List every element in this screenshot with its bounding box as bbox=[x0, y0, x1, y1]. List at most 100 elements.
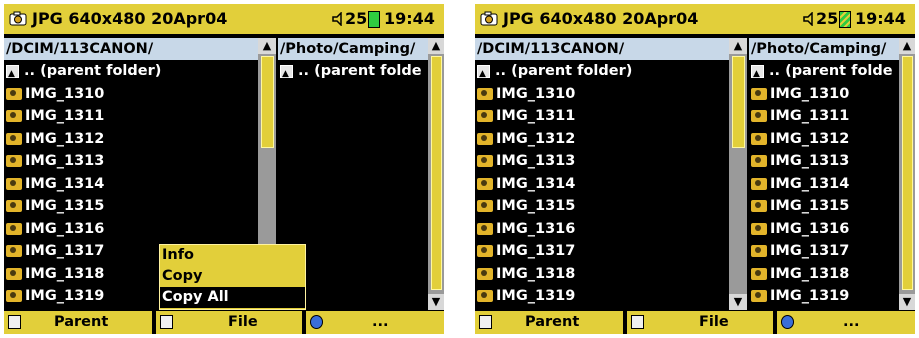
photo-file-icon bbox=[477, 177, 493, 190]
context-menu: Info Copy Copy All bbox=[159, 244, 306, 310]
file-item[interactable]: IMG_1314 bbox=[749, 173, 899, 196]
right-pane: /Photo/Camping/ .. (parent folde IMG_131… bbox=[749, 38, 899, 310]
file-item[interactable]: IMG_1310 bbox=[749, 83, 899, 106]
file-item[interactable]: IMG_1311 bbox=[4, 105, 258, 128]
menu-item-copy[interactable]: Copy bbox=[160, 266, 305, 287]
file-item[interactable]: IMG_1313 bbox=[749, 150, 899, 173]
photo-file-icon bbox=[751, 200, 767, 213]
file-item[interactable]: IMG_1314 bbox=[475, 173, 729, 196]
camera-icon bbox=[480, 11, 498, 26]
scroll-up-icon[interactable]: ▲ bbox=[899, 38, 915, 54]
photo-file-icon bbox=[477, 110, 493, 123]
file-item[interactable]: IMG_1310 bbox=[475, 83, 729, 106]
file-item[interactable]: IMG_1314 bbox=[4, 173, 258, 196]
file-item[interactable]: IMG_1317 bbox=[749, 240, 899, 263]
file-item[interactable]: IMG_1316 bbox=[749, 218, 899, 241]
volume-level: 25 bbox=[345, 9, 368, 28]
parent-folder-icon bbox=[477, 63, 490, 83]
camera-icon bbox=[9, 11, 27, 26]
file-item[interactable]: IMG_1315 bbox=[4, 195, 258, 218]
file-item[interactable]: IMG_1311 bbox=[749, 105, 899, 128]
scroll-thumb[interactable] bbox=[431, 56, 442, 290]
scroll-up-icon[interactable]: ▲ bbox=[258, 38, 276, 54]
file-item[interactable]: IMG_1319 bbox=[749, 285, 899, 308]
scroll-thumb[interactable] bbox=[261, 56, 274, 148]
battery-charging-icon bbox=[839, 11, 851, 28]
photo-file-icon bbox=[751, 87, 767, 100]
left-pane: /DCIM/113CANON/ .. (parent folder) IMG_1… bbox=[475, 38, 729, 310]
file-item[interactable]: IMG_1319 bbox=[475, 285, 729, 308]
menu-item-info[interactable]: Info bbox=[160, 245, 305, 266]
file-item[interactable]: IMG_1316 bbox=[475, 218, 729, 241]
file-item[interactable]: IMG_1311 bbox=[475, 105, 729, 128]
file-button[interactable]: File bbox=[627, 311, 773, 334]
photo-file-icon bbox=[6, 245, 22, 258]
options-icon bbox=[310, 315, 323, 329]
photo-file-icon bbox=[477, 200, 493, 213]
parent-button[interactable]: Parent bbox=[475, 311, 623, 334]
more-button[interactable]: ... bbox=[777, 311, 915, 334]
scroll-thumb[interactable] bbox=[902, 56, 913, 290]
parent-folder-item[interactable]: .. (parent folder) bbox=[475, 60, 729, 83]
file-item[interactable]: IMG_1318 bbox=[749, 263, 899, 286]
parent-folder-icon bbox=[280, 63, 293, 83]
scroll-down-icon[interactable]: ▼ bbox=[428, 294, 444, 310]
scroll-up-icon[interactable]: ▲ bbox=[428, 38, 444, 54]
photo-file-icon bbox=[751, 155, 767, 168]
file-item[interactable]: IMG_1315 bbox=[475, 195, 729, 218]
scroll-down-icon[interactable]: ▼ bbox=[729, 294, 747, 310]
scroll-up-icon[interactable]: ▲ bbox=[729, 38, 747, 54]
photo-file-icon bbox=[751, 267, 767, 280]
photo-file-icon bbox=[477, 222, 493, 235]
parent-folder-item[interactable]: .. (parent folde bbox=[749, 60, 899, 83]
right-scrollbar[interactable]: ▲ ▼ bbox=[899, 38, 915, 310]
right-path: /Photo/Camping/ bbox=[749, 38, 899, 60]
right-path: /Photo/Camping/ bbox=[278, 38, 428, 60]
file-item[interactable]: IMG_1310 bbox=[4, 83, 258, 106]
photo-file-icon bbox=[477, 87, 493, 100]
softkey-bar: Parent File ... bbox=[475, 310, 915, 334]
file-info-title: JPG 640x480 20Apr04 bbox=[503, 9, 699, 28]
photo-file-icon bbox=[751, 290, 767, 303]
status-bar: JPG 640x480 20Apr04 25 19:44 bbox=[4, 4, 444, 34]
photo-file-icon bbox=[6, 290, 22, 303]
file-icon bbox=[631, 315, 644, 329]
menu-item-copy-all[interactable]: Copy All bbox=[160, 287, 305, 308]
parent-button[interactable]: Parent bbox=[4, 311, 152, 334]
left-scrollbar[interactable]: ▲ ▼ bbox=[729, 38, 747, 310]
volume-level: 25 bbox=[816, 9, 839, 28]
file-item[interactable]: IMG_1317 bbox=[475, 240, 729, 263]
file-item[interactable]: IMG_1312 bbox=[4, 128, 258, 151]
file-item[interactable]: IMG_1315 bbox=[749, 195, 899, 218]
photo-file-icon bbox=[6, 87, 22, 100]
file-item[interactable]: IMG_1313 bbox=[4, 150, 258, 173]
scroll-down-icon[interactable]: ▼ bbox=[899, 294, 915, 310]
file-item[interactable]: IMG_1313 bbox=[475, 150, 729, 173]
left-path: /DCIM/113CANON/ bbox=[475, 38, 729, 60]
photo-file-icon bbox=[751, 245, 767, 258]
parent-folder-item[interactable]: .. (parent folder) bbox=[4, 60, 258, 83]
photo-file-icon bbox=[6, 110, 22, 123]
photo-file-icon bbox=[6, 155, 22, 168]
photo-file-icon bbox=[751, 132, 767, 145]
more-button[interactable]: ... bbox=[306, 311, 444, 334]
parent-folder-item[interactable]: .. (parent folde bbox=[278, 60, 428, 83]
parent-folder-icon bbox=[751, 63, 764, 83]
file-item[interactable]: IMG_1316 bbox=[4, 218, 258, 241]
file-item[interactable]: IMG_1318 bbox=[475, 263, 729, 286]
parent-folder-icon bbox=[8, 315, 21, 329]
right-scrollbar[interactable]: ▲ ▼ bbox=[428, 38, 444, 310]
photo-file-icon bbox=[6, 222, 22, 235]
photo-file-icon bbox=[751, 110, 767, 123]
file-item[interactable]: IMG_1312 bbox=[475, 128, 729, 151]
status-bar: JPG 640x480 20Apr04 25 19:44 bbox=[475, 4, 915, 34]
file-item[interactable]: IMG_1312 bbox=[749, 128, 899, 151]
options-icon bbox=[781, 315, 794, 329]
photo-file-icon bbox=[751, 177, 767, 190]
clock: 19:44 bbox=[384, 9, 435, 28]
file-button[interactable]: File bbox=[156, 311, 302, 334]
left-path: /DCIM/113CANON/ bbox=[4, 38, 258, 60]
screen-2: JPG 640x480 20Apr04 25 19:44 /DCIM/113CA… bbox=[475, 4, 915, 334]
scroll-thumb[interactable] bbox=[732, 56, 745, 148]
photo-file-icon bbox=[477, 155, 493, 168]
